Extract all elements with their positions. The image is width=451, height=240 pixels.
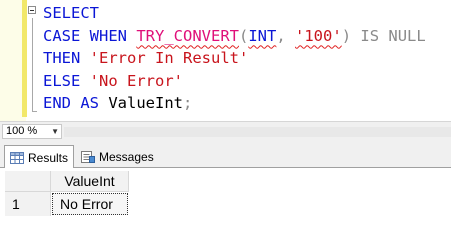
code-line-4: ELSE 'No Error' <box>43 70 426 93</box>
grid-icon <box>10 151 24 164</box>
zoom-value: 100 % <box>6 125 38 137</box>
tab-messages-label: Messages <box>99 149 154 164</box>
grid-corner[interactable] <box>5 171 51 192</box>
code-token: ELSE <box>43 71 90 90</box>
outline-end <box>32 111 37 112</box>
results-grid[interactable]: ValueInt 1 No Error <box>0 168 451 228</box>
code-token: 'Error In Result' <box>89 49 249 68</box>
code-token: INT <box>248 26 277 45</box>
code-token: ValueInt <box>108 94 183 113</box>
code-line-1: SELECT <box>43 2 426 25</box>
collapse-outline-icon[interactable] <box>28 6 36 14</box>
code-line-5: END AS ValueInt; <box>43 92 426 115</box>
tab-results[interactable]: Results <box>4 145 74 169</box>
zoom-dropdown[interactable]: 100 % ▼ <box>2 124 62 139</box>
sql-editor[interactable]: SELECT CASE WHEN TRY_CONVERT(INT, '100') … <box>0 0 451 121</box>
code-token: 'No Error' <box>89 71 183 90</box>
column-header-valueint[interactable]: ValueInt <box>51 171 129 192</box>
code-token: ; <box>182 94 193 113</box>
code-token: SELECT <box>43 4 99 22</box>
tab-messages[interactable]: Messages <box>76 145 154 168</box>
code-token: ( <box>238 26 249 45</box>
zoom-bar: 100 % ▼ <box>0 121 451 141</box>
code-token: '100' <box>295 26 342 45</box>
messages-icon <box>81 150 95 163</box>
code-token: IS NULL <box>351 26 426 45</box>
row-number[interactable]: 1 <box>5 192 51 216</box>
code-token: ) <box>341 26 352 45</box>
tab-results-label: Results <box>28 150 69 165</box>
change-tracking-bar <box>22 0 27 117</box>
results-tab-strip: Results Messages <box>0 141 451 169</box>
horizontal-scrollbar[interactable] <box>64 127 451 137</box>
code-text[interactable]: SELECT CASE WHEN TRY_CONVERT(INT, '100') … <box>43 2 426 115</box>
code-token: TRY_CONVERT <box>136 26 239 45</box>
outline-line <box>32 18 33 112</box>
code-line-2: CASE WHEN TRY_CONVERT(INT, '100') IS NUL… <box>43 25 426 48</box>
code-token: END AS <box>43 94 109 113</box>
code-token: THEN <box>43 49 90 68</box>
code-token: CASE WHEN <box>43 26 137 45</box>
code-line-3: THEN 'Error In Result' <box>43 47 426 70</box>
chevron-down-icon[interactable]: ▼ <box>51 125 59 138</box>
code-token: , <box>276 26 286 45</box>
table-cell[interactable]: No Error <box>52 193 128 215</box>
